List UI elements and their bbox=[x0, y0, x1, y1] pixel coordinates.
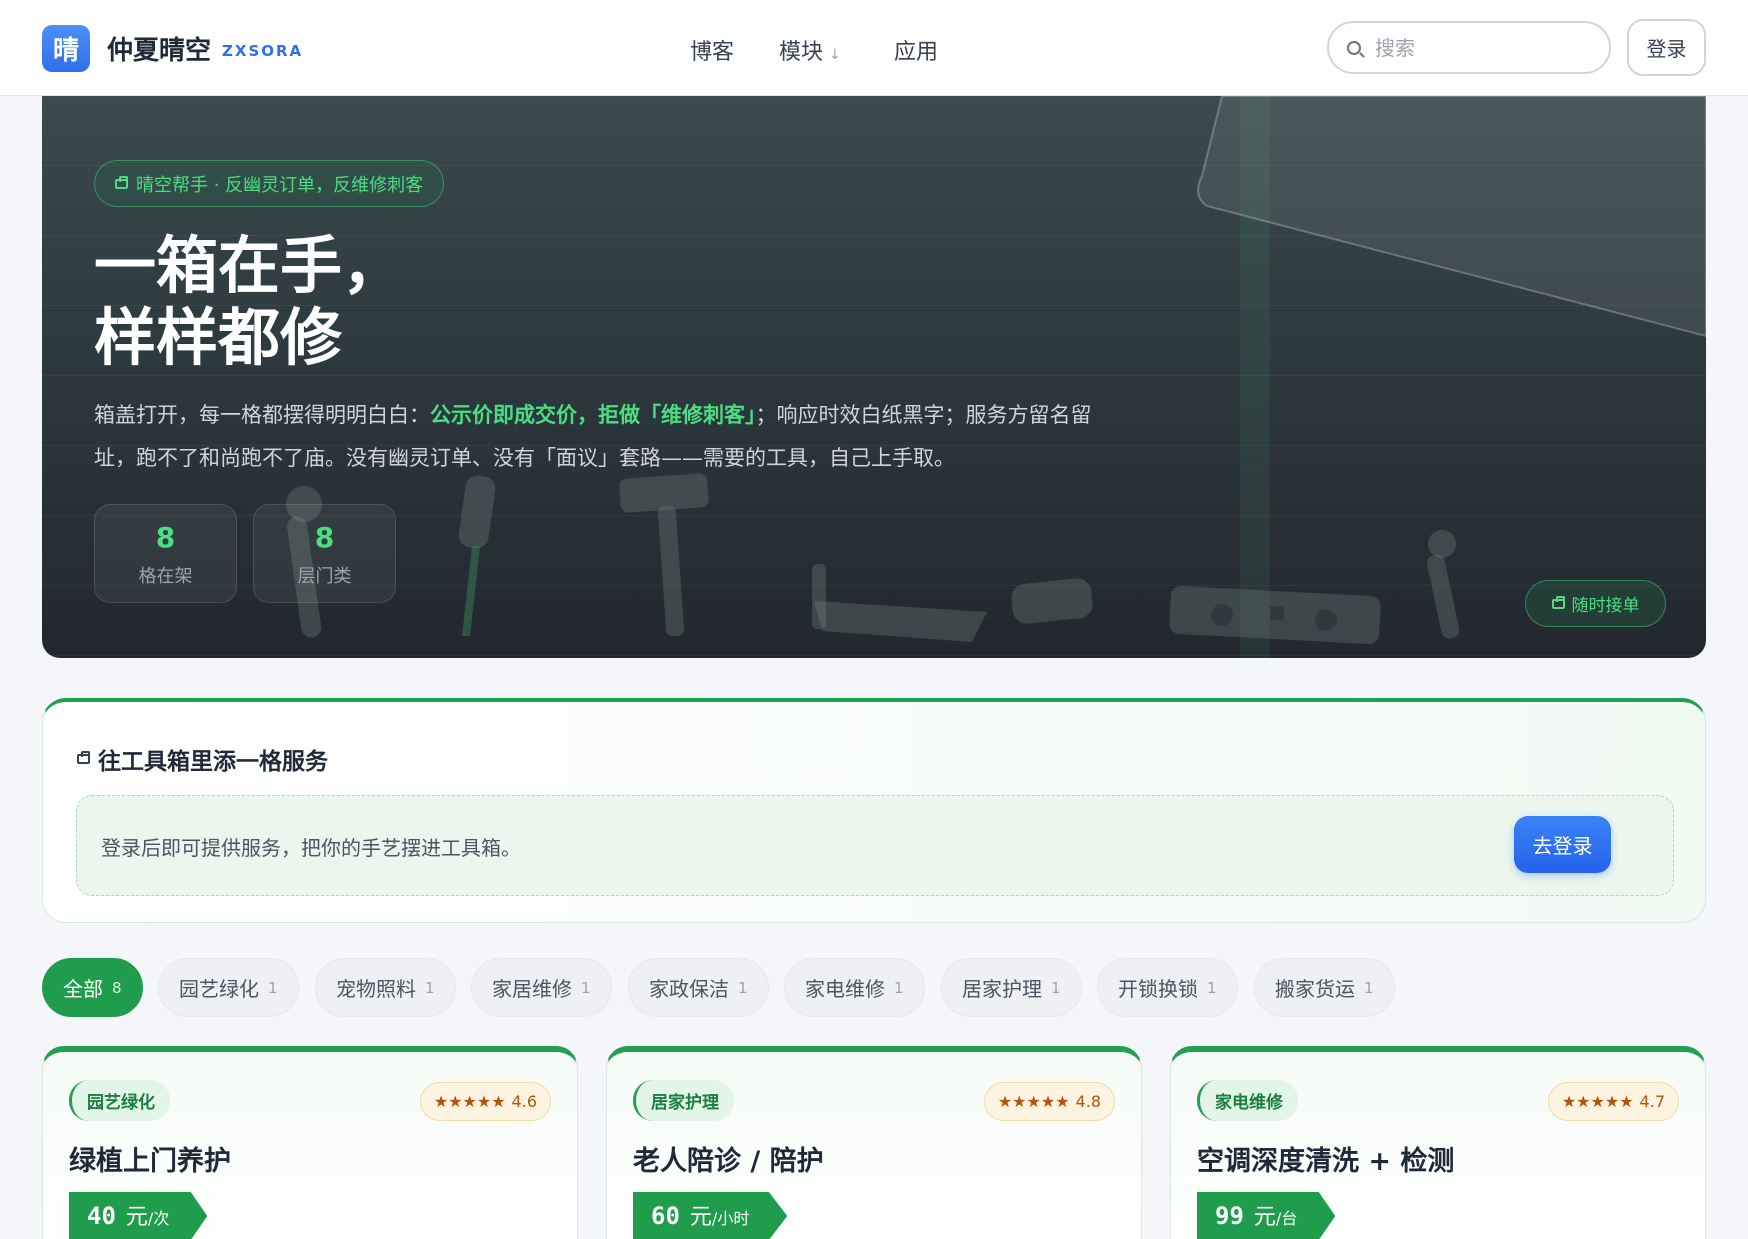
price-per: /次 bbox=[147, 1209, 170, 1228]
hero-title-line2: 样样都修 bbox=[94, 301, 343, 374]
filter-count: 8 bbox=[112, 978, 122, 997]
brand-subtitle: ZXSORA bbox=[222, 42, 304, 60]
filter-count: 1 bbox=[581, 978, 591, 997]
panel-title-text: 往工具箱里添一格服务 bbox=[98, 749, 328, 775]
filter-count: 1 bbox=[1051, 978, 1061, 997]
top-navbar: 晴 仲夏晴空 ZXSORA 博客 模块 ↓ 应用 登录 bbox=[0, 0, 1748, 96]
add-service-panel: 往工具箱里添一格服务 登录后即可提供服务，把你的手艺摆进工具箱。 去登录 bbox=[42, 698, 1706, 923]
go-login-button[interactable]: 去登录 bbox=[1514, 816, 1611, 873]
filter-count: 1 bbox=[894, 978, 904, 997]
nav-modules-label: 模块 bbox=[779, 40, 824, 65]
service-card[interactable]: 居家护理 ★★★★★ 4.8 老人陪诊 / 陪护 60 元/小时 bbox=[606, 1046, 1142, 1239]
filter-label: 宠物照料 bbox=[336, 977, 416, 1001]
price-tag: 60 元/小时 bbox=[633, 1192, 788, 1239]
service-card[interactable]: 家电维修 ★★★★★ 4.7 空调深度清洗 + 检测 99 元/台 bbox=[1170, 1046, 1706, 1239]
hero-title: 一箱在手， 样样都修 bbox=[94, 230, 404, 374]
stat-categories-number: 8 bbox=[314, 521, 335, 554]
hero-title-line1: 一箱在手， bbox=[94, 229, 405, 302]
login-button[interactable]: 登录 bbox=[1627, 19, 1706, 76]
nav-blog[interactable]: 博客 bbox=[690, 34, 734, 66]
service-card[interactable]: 园艺绿化 ★★★★★ 4.6 绿植上门养护 40 元/次 bbox=[42, 1046, 578, 1239]
filter-appliance-repair[interactable]: 家电维修 1 bbox=[784, 958, 925, 1017]
price-value: 40 bbox=[87, 1202, 116, 1230]
filter-count: 1 bbox=[738, 978, 748, 997]
logo-icon[interactable]: 晴 bbox=[42, 25, 90, 72]
star-icons: ★★★★★ bbox=[1561, 1092, 1634, 1111]
panel-title: 往工具箱里添一格服务 bbox=[77, 742, 328, 776]
stat-items: 8 格在架 bbox=[94, 504, 237, 603]
filter-label: 开锁换锁 bbox=[1118, 977, 1198, 1001]
filter-housekeeping[interactable]: 家政保洁 1 bbox=[628, 958, 769, 1017]
rating-badge: ★★★★★ 4.6 bbox=[419, 1082, 551, 1121]
filter-label: 家政保洁 bbox=[649, 977, 729, 1001]
filter-moving[interactable]: 搬家货运 1 bbox=[1254, 958, 1395, 1017]
filter-count: 1 bbox=[425, 978, 435, 997]
service-title: 老人陪诊 / 陪护 bbox=[633, 1146, 824, 1177]
nav-apps[interactable]: 应用 bbox=[894, 34, 938, 66]
stat-categories: 8 层门类 bbox=[253, 504, 396, 603]
rating-badge: ★★★★★ 4.8 bbox=[983, 1082, 1115, 1121]
filter-count: 1 bbox=[1364, 978, 1374, 997]
rating-value: 4.7 bbox=[1639, 1092, 1665, 1111]
star-icons: ★★★★★ bbox=[997, 1092, 1070, 1111]
filter-count: 1 bbox=[1207, 978, 1217, 997]
toolbox-icon bbox=[115, 175, 128, 189]
nav-apps-label: 应用 bbox=[894, 40, 939, 65]
hero-desc-part1: 箱盖打开，每一格都摆得明明白白： bbox=[94, 403, 430, 427]
rating-value: 4.6 bbox=[511, 1092, 537, 1111]
stat-items-number: 8 bbox=[155, 521, 176, 554]
toolbox-icon bbox=[77, 751, 90, 764]
filter-label: 全部 bbox=[63, 977, 103, 1001]
price-unit: 元 bbox=[125, 1205, 148, 1230]
filter-home-repair[interactable]: 家居维修 1 bbox=[471, 958, 612, 1017]
filter-label: 家居维修 bbox=[492, 977, 572, 1001]
category-badge: 居家护理 bbox=[633, 1080, 734, 1121]
filter-gardening[interactable]: 园艺绿化 1 bbox=[158, 958, 299, 1017]
chevron-down-icon: ↓ bbox=[829, 47, 841, 63]
filter-all[interactable]: 全部 8 bbox=[42, 958, 143, 1017]
category-badge: 家电维修 bbox=[1197, 1080, 1298, 1121]
search-input[interactable] bbox=[1375, 35, 1575, 60]
hero-description: 箱盖打开，每一格都摆得明明白白：公示价即成交价，拒做「维修刺客」；响应时效白纸黑… bbox=[94, 394, 1094, 480]
search-box[interactable] bbox=[1327, 21, 1611, 74]
filter-home-nursing[interactable]: 居家护理 1 bbox=[941, 958, 1082, 1017]
accept-order-label: 随时接单 bbox=[1571, 596, 1640, 616]
hero-banner: 晴空帮手 · 反幽灵订单，反维修刺客 一箱在手， 样样都修 箱盖打开，每一格都摆… bbox=[42, 96, 1706, 658]
filter-label: 居家护理 bbox=[962, 977, 1042, 1001]
price-tag: 40 元/次 bbox=[69, 1192, 208, 1239]
filter-label: 家电维修 bbox=[805, 977, 885, 1001]
filter-label: 搬家货运 bbox=[1275, 977, 1355, 1001]
nav-blog-label: 博客 bbox=[690, 40, 735, 65]
hero-tag-text: 晴空帮手 · 反幽灵订单，反维修刺客 bbox=[136, 174, 424, 196]
price-tag: 99 元/台 bbox=[1197, 1192, 1336, 1239]
filter-label: 园艺绿化 bbox=[179, 977, 259, 1001]
price-per: /台 bbox=[1275, 1209, 1298, 1228]
toolbox-icon bbox=[1551, 595, 1565, 609]
accept-order-button[interactable]: 随时接单 bbox=[1525, 580, 1666, 627]
stat-items-label: 格在架 bbox=[138, 566, 193, 587]
category-badge: 园艺绿化 bbox=[69, 1080, 170, 1121]
price-unit: 元 bbox=[1253, 1205, 1276, 1230]
price-value: 60 bbox=[651, 1202, 680, 1230]
filter-count: 1 bbox=[268, 978, 278, 997]
filter-pet-care[interactable]: 宠物照料 1 bbox=[315, 958, 456, 1017]
service-title: 绿植上门养护 bbox=[69, 1146, 231, 1177]
login-prompt-text: 登录后即可提供服务，把你的手艺摆进工具箱。 bbox=[101, 836, 521, 860]
brand-name[interactable]: 仲夏晴空 bbox=[107, 30, 211, 67]
stat-categories-label: 层门类 bbox=[297, 566, 352, 587]
service-title: 空调深度清洗 + 检测 bbox=[1197, 1146, 1455, 1177]
rating-value: 4.8 bbox=[1075, 1092, 1101, 1111]
login-prompt-box: 登录后即可提供服务，把你的手艺摆进工具箱。 去登录 bbox=[76, 795, 1674, 896]
hero-tag: 晴空帮手 · 反幽灵订单，反维修刺客 bbox=[94, 160, 445, 207]
search-icon bbox=[1347, 40, 1361, 55]
rating-badge: ★★★★★ 4.7 bbox=[1547, 1082, 1679, 1121]
nav-modules[interactable]: 模块 ↓ bbox=[779, 34, 841, 66]
hero-desc-highlight: 公示价即成交价，拒做「维修刺客」 bbox=[430, 403, 756, 427]
star-icons: ★★★★★ bbox=[433, 1092, 506, 1111]
price-per: /小时 bbox=[711, 1209, 750, 1228]
price-unit: 元 bbox=[689, 1205, 712, 1230]
price-value: 99 bbox=[1215, 1202, 1244, 1230]
filter-locksmith[interactable]: 开锁换锁 1 bbox=[1097, 958, 1238, 1017]
